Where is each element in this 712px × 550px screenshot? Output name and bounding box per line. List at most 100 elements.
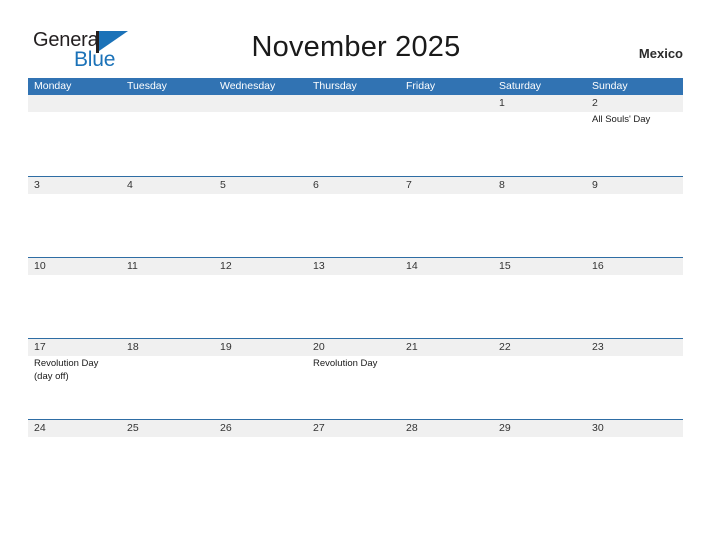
calendar-week-row: 1 2 All Souls' Day bbox=[28, 95, 683, 176]
calendar-weeks: 1 2 All Souls' Day 3 4 5 6 7 8 9 10 11 12 13 14 15 16 17 R… bbox=[28, 95, 683, 500]
day-events: Revolution Day (day off) bbox=[34, 358, 121, 383]
calendar-week-row: 24 25 26 27 28 29 30 bbox=[28, 419, 683, 500]
calendar-day-cell[interactable]: 14 bbox=[400, 258, 493, 337]
calendar-day-cell-empty bbox=[28, 95, 121, 174]
calendar-day-cell[interactable]: 13 bbox=[307, 258, 400, 337]
dow-thursday: Thursday bbox=[313, 80, 357, 92]
day-number: 10 bbox=[34, 260, 46, 272]
dow-monday: Monday bbox=[34, 80, 72, 92]
day-number: 23 bbox=[592, 341, 604, 353]
day-number: 30 bbox=[592, 422, 604, 434]
holiday-event-label: All Souls' Day bbox=[592, 114, 651, 125]
page-header: General Blue November 2025 Mexico bbox=[0, 0, 712, 78]
day-number: 16 bbox=[592, 260, 604, 272]
calendar-day-cell[interactable]: 2 All Souls' Day bbox=[586, 95, 679, 174]
day-number: 28 bbox=[406, 422, 418, 434]
day-number: 9 bbox=[592, 179, 598, 191]
calendar-day-cell[interactable]: 7 bbox=[400, 177, 493, 256]
page-title: November 2025 bbox=[251, 31, 461, 63]
calendar-week-row: 17 Revolution Day (day off) 18 19 20 Revolutio… bbox=[28, 338, 683, 419]
day-number: 6 bbox=[313, 179, 319, 191]
dow-friday: Friday bbox=[406, 80, 436, 92]
calendar-page: General Blue November 2025 Mexico Monday… bbox=[0, 0, 712, 550]
day-number: 29 bbox=[499, 422, 511, 434]
calendar-day-cell[interactable]: 22 bbox=[493, 339, 586, 418]
calendar-day-cell[interactable]: 24 bbox=[28, 420, 121, 499]
day-number bbox=[220, 95, 307, 112]
calendar-week-row: 10 11 12 13 14 15 16 bbox=[28, 257, 683, 338]
calendar-day-cell[interactable]: 19 bbox=[214, 339, 307, 418]
day-number: 17 bbox=[34, 341, 46, 353]
calendar-day-cell[interactable]: 21 bbox=[400, 339, 493, 418]
calendar-day-cell[interactable]: 8 bbox=[493, 177, 586, 256]
calendar-day-cell-empty bbox=[214, 95, 307, 174]
day-number: 11 bbox=[127, 260, 138, 272]
holiday-event-label: (day off) bbox=[34, 370, 69, 382]
calendar-day-cell[interactable]: 26 bbox=[214, 420, 307, 499]
calendar-day-cell[interactable]: 4 bbox=[121, 177, 214, 256]
calendar-day-cell[interactable]: 12 bbox=[214, 258, 307, 337]
calendar-day-cell[interactable]: 11 bbox=[121, 258, 214, 337]
day-number: 3 bbox=[34, 179, 40, 191]
week-days: 1 2 All Souls' Day bbox=[28, 95, 683, 174]
holiday-event-label: Revolution Day bbox=[34, 358, 99, 369]
day-number bbox=[34, 95, 121, 112]
calendar-day-cell[interactable]: 9 bbox=[586, 177, 679, 256]
dow-sunday: Sunday bbox=[592, 80, 628, 92]
day-number: 5 bbox=[220, 179, 226, 191]
calendar-day-cell[interactable]: 18 bbox=[121, 339, 214, 418]
calendar-day-cell[interactable]: 1 bbox=[493, 95, 586, 174]
calendar-day-cell[interactable]: 27 bbox=[307, 420, 400, 499]
day-events: All Souls' Day bbox=[592, 114, 679, 127]
calendar-day-cell[interactable]: 16 bbox=[586, 258, 679, 337]
day-number: 21 bbox=[406, 341, 418, 353]
calendar-day-cell[interactable]: 10 bbox=[28, 258, 121, 337]
holiday-event-label: Revolution Day bbox=[313, 358, 378, 369]
calendar-day-cell[interactable]: 3 bbox=[28, 177, 121, 256]
day-number: 12 bbox=[220, 260, 232, 272]
day-of-week-header-row: Monday Tuesday Wednesday Thursday Friday… bbox=[28, 78, 683, 95]
calendar-week-row: 3 4 5 6 7 8 9 bbox=[28, 176, 683, 257]
day-number: 13 bbox=[313, 260, 325, 272]
week-days: 3 4 5 6 7 8 9 bbox=[28, 177, 683, 256]
day-number: 14 bbox=[406, 260, 418, 272]
day-number: 24 bbox=[34, 422, 46, 434]
day-number: 8 bbox=[499, 179, 505, 191]
day-number bbox=[313, 95, 400, 112]
calendar-day-cell[interactable]: 6 bbox=[307, 177, 400, 256]
calendar-day-cell[interactable]: 28 bbox=[400, 420, 493, 499]
day-number bbox=[127, 95, 214, 112]
day-number: 2 bbox=[592, 97, 598, 109]
day-number: 7 bbox=[406, 179, 412, 191]
day-number: 18 bbox=[127, 341, 139, 353]
calendar-grid: Monday Tuesday Wednesday Thursday Friday… bbox=[28, 78, 683, 500]
week-days: 10 11 12 13 14 15 16 bbox=[28, 258, 683, 337]
calendar-day-cell-empty bbox=[400, 95, 493, 174]
calendar-day-cell[interactable]: 17 Revolution Day (day off) bbox=[28, 339, 121, 418]
calendar-day-cell[interactable]: 15 bbox=[493, 258, 586, 337]
calendar-day-cell[interactable]: 29 bbox=[493, 420, 586, 499]
day-number bbox=[406, 95, 493, 112]
calendar-day-cell[interactable]: 20 Revolution Day bbox=[307, 339, 400, 418]
day-events: Revolution Day bbox=[313, 358, 400, 371]
day-number: 4 bbox=[127, 179, 133, 191]
dow-wednesday: Wednesday bbox=[220, 80, 276, 92]
week-days: 17 Revolution Day (day off) 18 19 20 Revolutio… bbox=[28, 339, 683, 418]
day-number: 25 bbox=[127, 422, 139, 434]
calendar-day-cell[interactable]: 23 bbox=[586, 339, 679, 418]
calendar-day-cell-empty bbox=[121, 95, 214, 174]
dow-tuesday: Tuesday bbox=[127, 80, 167, 92]
day-number: 26 bbox=[220, 422, 232, 434]
day-number: 20 bbox=[313, 341, 325, 353]
calendar-day-cell[interactable]: 25 bbox=[121, 420, 214, 499]
country-label: Mexico bbox=[638, 46, 683, 61]
day-number: 27 bbox=[313, 422, 325, 434]
week-days: 24 25 26 27 28 29 30 bbox=[28, 420, 683, 499]
day-number: 1 bbox=[499, 97, 505, 109]
calendar-day-cell[interactable]: 5 bbox=[214, 177, 307, 256]
calendar-day-cell[interactable]: 30 bbox=[586, 420, 679, 499]
day-number: 19 bbox=[220, 341, 232, 353]
calendar-day-cell-empty bbox=[307, 95, 400, 174]
day-number: 15 bbox=[499, 260, 511, 272]
day-number: 22 bbox=[499, 341, 511, 353]
